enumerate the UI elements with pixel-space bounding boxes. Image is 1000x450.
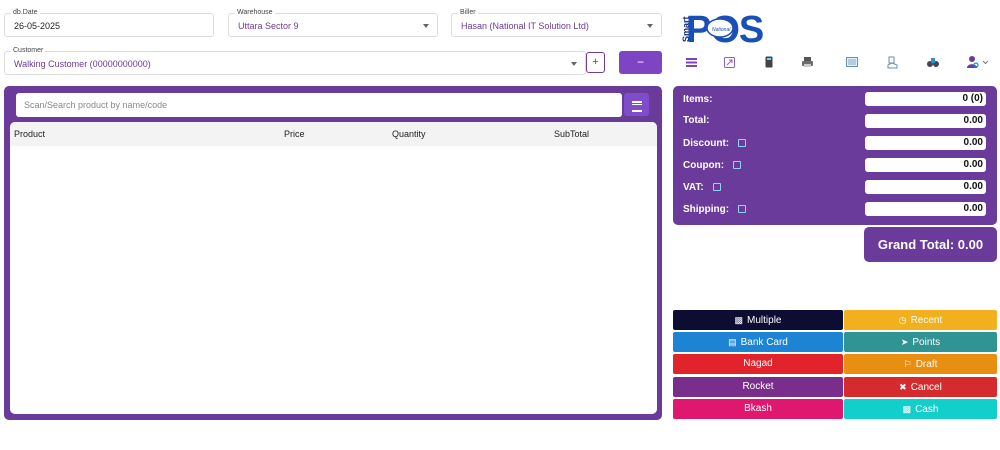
nagad-button[interactable]: Nagad [673, 354, 843, 374]
warehouse-select[interactable]: Warehouse Uttara Sector 9 [228, 9, 438, 37]
column-header-quantity: Quantity [392, 129, 426, 139]
fullscreen-icon[interactable] [723, 55, 737, 69]
printer-icon[interactable] [801, 55, 815, 69]
money-icon: ▩ [902, 404, 912, 414]
vat-label: VAT: [683, 182, 704, 193]
column-header-subtotal: SubTotal [554, 129, 590, 139]
recent-button[interactable]: ◷ Recent [844, 310, 997, 330]
warehouse-label: Warehouse [235, 9, 275, 17]
chevron-down-icon [423, 24, 429, 28]
draft-button[interactable]: ⚐ Draft [844, 354, 997, 374]
credit-card-icon: ▤ [728, 337, 737, 347]
binoculars-icon[interactable] [926, 55, 940, 69]
add-customer-button[interactable]: + [586, 52, 605, 73]
shipping-value: 0.00 [865, 202, 986, 216]
shipping-label: Shipping: [683, 204, 730, 215]
clock-icon: ◷ [898, 315, 907, 325]
date-field[interactable]: db.Date 26-05-2025 [4, 9, 214, 37]
report-icon[interactable] [845, 55, 859, 69]
customer-value: Walking Customer (00000000000) [14, 59, 151, 69]
items-label: Items: [683, 94, 713, 105]
discount-value: 0.00 [865, 136, 986, 150]
user-settings-icon[interactable] [966, 55, 992, 69]
total-value: 0.00 [865, 114, 986, 128]
column-header-price: Price [284, 129, 305, 139]
items-value: 0 (0) [865, 92, 986, 106]
biller-select[interactable]: Biller Hasan (National IT Solution Ltd) [451, 9, 662, 37]
edit-vat-icon[interactable] [713, 183, 721, 191]
bank-card-label: Bank Card [740, 337, 788, 348]
grand-total: Grand Total: 0.00 [864, 227, 997, 262]
bkash-button[interactable]: Bkash [673, 399, 843, 419]
edit-shipping-icon[interactable] [738, 205, 746, 213]
cash-button[interactable]: ▩ Cash [844, 399, 997, 419]
cancel-button[interactable]: ✖ Cancel [844, 377, 997, 397]
product-table [10, 122, 657, 414]
points-label: Points [912, 337, 941, 348]
search-placeholder: Scan/Search product by name/code [24, 100, 168, 110]
calculator-icon[interactable] [762, 55, 776, 69]
customer-label: Customer [11, 47, 46, 55]
multiple-payment-button[interactable]: ▩ Multiple [673, 310, 843, 330]
multiple-label: Multiple [747, 315, 782, 326]
logo-badge-text: National [712, 27, 731, 33]
coupon-label: Coupon: [683, 160, 725, 171]
biller-value: Hasan (National IT Solution Ltd) [461, 21, 589, 31]
recent-label: Recent [910, 315, 943, 326]
edit-coupon-icon[interactable] [733, 161, 741, 169]
bkash-label: Bkash [744, 403, 772, 414]
draft-label: Draft [915, 359, 938, 370]
chevron-down-icon [647, 24, 653, 28]
edit-discount-icon[interactable] [738, 139, 746, 147]
total-label: Total: [683, 115, 710, 126]
menu-icon[interactable] [685, 55, 699, 69]
discount-label: Discount: [683, 138, 730, 149]
close-icon: ✖ [899, 382, 907, 392]
chevron-down-icon [571, 62, 577, 66]
vat-value: 0.00 [865, 180, 986, 194]
product-search-input[interactable]: Scan/Search product by name/code [16, 93, 622, 117]
rocket-button[interactable]: Rocket [673, 377, 843, 397]
date-label: db.Date [11, 9, 40, 17]
smartpos-logo: Smart POS National [676, 6, 786, 51]
warehouse-value: Uttara Sector 9 [238, 21, 299, 31]
coupon-value: 0.00 [865, 158, 986, 172]
biller-label: Biller [458, 9, 478, 17]
minus-button[interactable]: − [619, 51, 662, 74]
barcode-scan-button[interactable] [624, 93, 649, 116]
cash-label: Cash [915, 404, 939, 415]
date-value: 26-05-2025 [14, 21, 61, 31]
cancel-label: Cancel [910, 382, 942, 393]
nagad-label: Nagad [743, 358, 773, 369]
money-icon: ▩ [734, 315, 744, 325]
register-icon[interactable] [886, 55, 900, 69]
points-button[interactable]: ➤ Points [844, 332, 997, 352]
column-header-product: Product [14, 129, 46, 139]
rocket-icon: ➤ [900, 337, 909, 347]
flag-icon: ⚐ [903, 359, 912, 369]
rocket-label: Rocket [742, 381, 774, 392]
bank-card-button[interactable]: ▤ Bank Card [673, 332, 843, 352]
customer-select[interactable]: Customer Walking Customer (00000000000) [4, 47, 586, 75]
